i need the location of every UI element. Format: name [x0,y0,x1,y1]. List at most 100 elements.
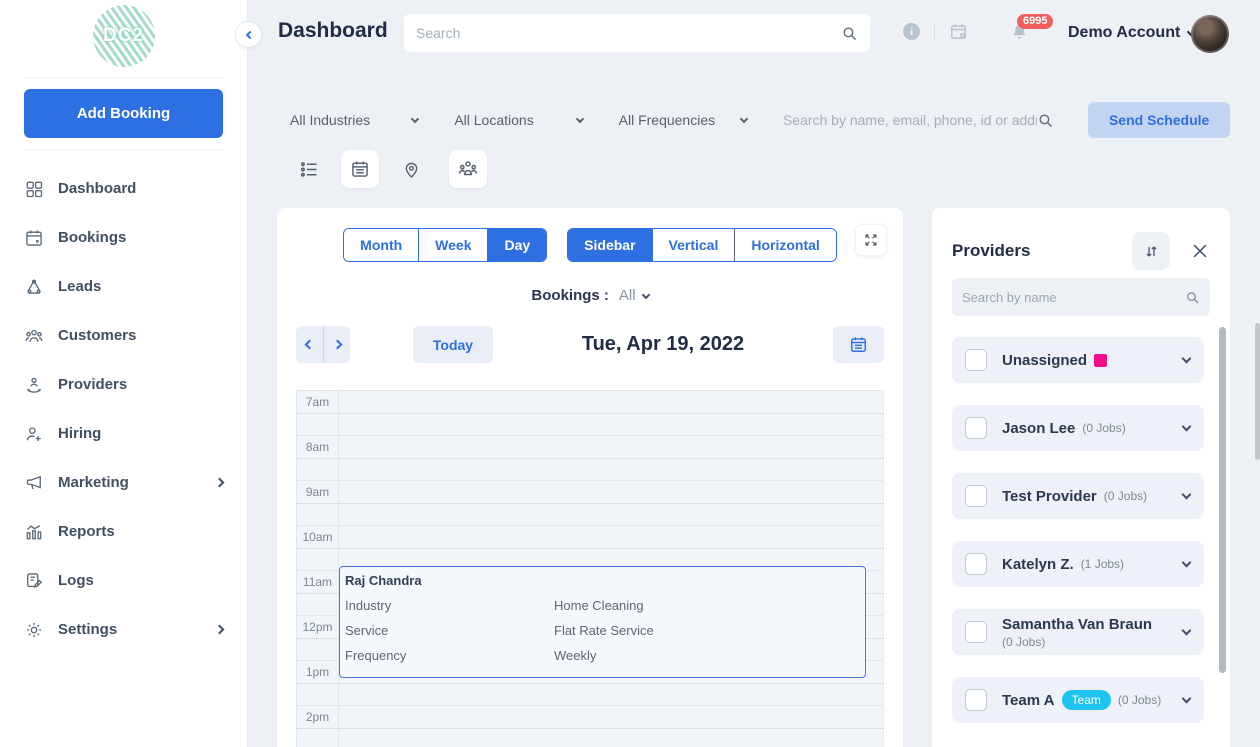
company-logo: DC2 [92,5,155,67]
expand-icon [865,234,877,246]
sidebar-item-bookings[interactable]: Bookings [0,213,247,262]
chevron-down-icon[interactable] [1181,693,1192,704]
booking-event[interactable]: Raj Chandra Industry Home Cleaning Servi… [339,566,866,678]
provider-checkbox[interactable] [965,621,987,643]
providers-scrollbar-thumb[interactable] [1219,327,1226,673]
prev-next-group [296,326,350,363]
provider-checkbox[interactable] [965,417,987,439]
horizontal-layout-tab[interactable]: Horizontal [734,229,836,261]
provider-row[interactable]: Samantha Van Braun (0 Jobs) [952,609,1204,655]
vertical-layout-tab[interactable]: Vertical [651,229,735,261]
account-menu[interactable]: Demo Account [1068,24,1196,42]
sidebar-item-reports[interactable]: Reports [0,507,247,556]
frequencies-dropdown[interactable]: All Frequencies [619,112,783,128]
chevron-down-icon[interactable] [1181,353,1192,364]
hour-row[interactable]: 9am [297,480,883,525]
chevron-down-icon[interactable] [1181,489,1192,500]
sidebar-layout-tab[interactable]: Sidebar [568,229,652,261]
collapse-sidebar-button[interactable] [235,21,262,48]
search-icon[interactable] [841,25,858,42]
send-schedule-button[interactable]: Send Schedule [1088,102,1230,138]
search-icon[interactable] [1037,112,1054,129]
divider [934,23,935,40]
customers-icon [25,329,43,342]
close-icon[interactable] [1190,241,1210,261]
provider-row-unassigned[interactable]: Unassigned [952,337,1204,383]
provider-checkbox[interactable] [965,485,987,507]
hour-row[interactable]: 10am [297,525,883,570]
provider-checkbox[interactable] [965,553,987,575]
hour-row[interactable]: 8am [297,435,883,480]
schedule-settings-icon[interactable] [949,22,968,41]
provider-row[interactable]: Katelyn Z. (1 Jobs) [952,541,1204,587]
date-picker-button[interactable] [833,326,884,363]
chevron-down-icon[interactable] [1181,421,1192,432]
frequencies-dropdown-value: All Frequencies [618,112,716,128]
bookings-filter-value: All [618,287,636,304]
provider-checkbox[interactable] [965,689,987,711]
sidebar-item-marketing[interactable]: Marketing [0,458,247,507]
sidebar-item-label: Hiring [58,425,102,442]
global-search-input[interactable] [416,25,841,41]
day-tab[interactable]: Day [487,229,547,261]
industries-dropdown[interactable]: All Industries [290,112,454,128]
sidebar-item-leads[interactable]: Leads [0,262,247,311]
bookings-filter-dropdown[interactable]: All [618,287,650,304]
provider-name: Jason Lee [1002,419,1076,437]
fullscreen-button[interactable] [855,224,887,256]
view-toggles [290,150,487,188]
sidebar-item-settings[interactable]: Settings [0,605,247,654]
provider-row-team[interactable]: Team A Team (0 Jobs) [952,677,1204,723]
sidebar-item-providers[interactable]: Providers [0,360,247,409]
notifications-button[interactable]: 6995 [1010,14,1054,42]
calendar-icon [851,337,866,352]
calendar-view-button[interactable] [341,150,379,188]
sort-providers-button[interactable] [1132,232,1170,270]
info-icon[interactable]: i [903,23,920,40]
avatar[interactable] [1191,15,1229,53]
booking-event-field: Industry Home Cleaning [345,598,865,613]
sidebar-item-logs[interactable]: Logs [0,556,247,605]
providers-search-input[interactable] [962,289,1185,305]
provider-name: Samantha Van Braun [1002,615,1153,633]
chevron-right-icon [214,624,225,635]
team-view-button[interactable] [449,150,487,188]
list-view-button[interactable] [290,150,328,188]
chevron-down-icon[interactable] [1181,625,1192,636]
today-button[interactable]: Today [413,326,493,363]
providers-icon [26,377,42,393]
search-icon[interactable] [1185,290,1200,305]
calendar-mode-row: Month Week Day Sidebar Vertical Horizont… [277,228,903,262]
provider-name: Katelyn Z. [1002,555,1074,573]
provider-row[interactable]: Jason Lee (0 Jobs) [952,405,1204,451]
chevron-down-icon[interactable] [1181,557,1192,568]
sidebar-item-label: Leads [58,278,102,295]
month-tab[interactable]: Month [344,229,419,261]
sidebar-item-label: Settings [58,621,118,638]
provider-checkbox[interactable] [965,349,987,371]
sidebar-item-hiring[interactable]: Hiring [0,409,247,458]
providers-search [952,278,1210,316]
provider-info: Test Provider (0 Jobs) [1002,488,1147,505]
provider-jobs-count: (0 Jobs) [1082,421,1126,435]
hour-row[interactable]: 7am [297,390,883,435]
map-pin-icon [405,162,417,178]
locations-dropdown[interactable]: All Locations [454,112,618,128]
half-hour-line [297,413,883,414]
provider-row[interactable]: Test Provider (0 Jobs) [952,473,1204,519]
page-title: Dashboard [278,19,388,42]
map-view-button[interactable] [392,150,430,188]
logs-icon [27,572,43,588]
add-booking-button[interactable]: Add Booking [24,89,223,138]
sidebar-item-customers[interactable]: Customers [0,311,247,360]
hour-row[interactable]: 2pm [297,705,883,747]
field-label: Frequency [345,648,407,663]
leads-icon [27,278,41,294]
prev-day-button[interactable] [296,326,323,363]
page-scrollbar-thumb[interactable] [1255,323,1260,460]
next-day-button[interactable] [323,326,350,363]
sidebar-item-dashboard[interactable]: Dashboard [0,164,247,213]
customer-search-input[interactable] [782,112,1037,128]
week-tab[interactable]: Week [418,229,488,261]
booking-event-field: Service Flat Rate Service [345,623,865,638]
